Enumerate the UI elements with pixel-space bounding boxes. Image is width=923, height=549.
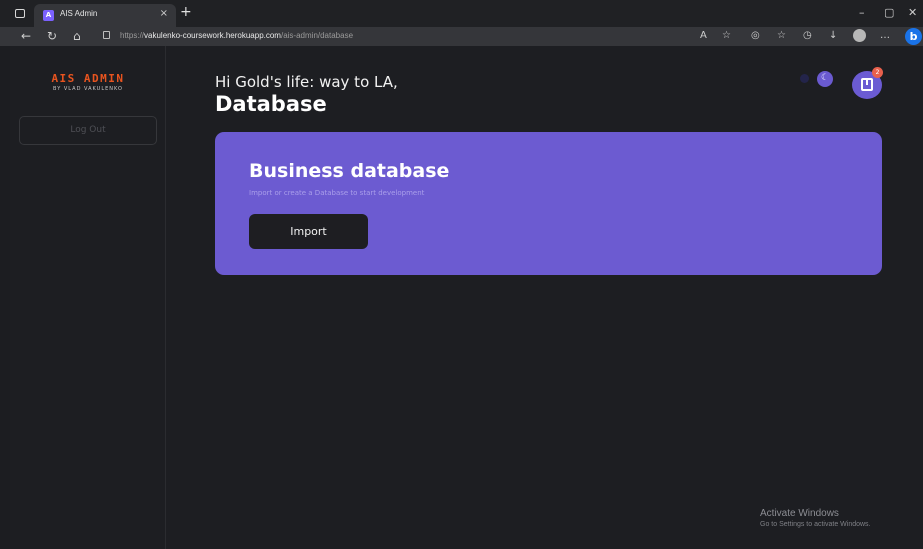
notification-badge: 2 [872,67,883,78]
read-aloud-icon[interactable]: A [700,30,707,42]
bing-icon[interactable]: b [905,28,922,45]
close-window-icon[interactable]: ✕ [908,6,917,19]
url-text[interactable]: https://vakulenko-coursework.herokuapp.c… [120,31,353,40]
card-title: Business database [249,160,450,182]
favicon-icon: A [43,10,54,21]
new-tab-icon[interactable]: + [180,5,192,19]
business-database-card: Business database Import or create a Dat… [215,132,882,275]
import-button[interactable]: Import [249,214,368,249]
downloads-icon[interactable]: ↓ [829,30,837,42]
greeting-text: Hi Gold's life: way to LA, [215,73,398,91]
minimize-icon[interactable]: – [859,6,865,19]
address-bar[interactable]: https://vakulenko-coursework.herokuapp.c… [95,29,743,44]
favorites-icon[interactable]: ☆ [777,30,786,42]
back-icon[interactable]: ← [21,28,31,44]
tab-actions-icon[interactable] [15,9,25,18]
activate-title: Activate Windows [760,508,839,519]
moon-icon: ☾ [821,73,830,83]
theme-toggle-button[interactable]: ☾ [817,71,833,87]
browser-window: A AIS Admin × + – ▢ ✕ ← ↻ ⌂ https://vaku… [0,0,923,549]
activate-windows-watermark: Activate Windows Go to Settings to activ… [760,508,871,528]
logo-subtitle: BY VLAD VAKULENKO [53,86,123,92]
tab-strip: A AIS Admin × + – ▢ ✕ [0,0,923,27]
refresh-icon[interactable]: ↻ [47,28,57,44]
history-icon[interactable]: ◷ [803,30,812,42]
more-icon[interactable]: … [880,30,890,42]
lock-icon[interactable] [103,31,110,39]
add-favorite-icon[interactable]: ☆ [722,30,731,42]
tab-title: AIS Admin [60,9,98,18]
sidebar: AIS ADMIN BY VLAD VAKULENKO Log Out [10,46,166,549]
logout-button[interactable]: Log Out [19,116,157,145]
page-title: Database [215,92,327,116]
address-toolbar: ← ↻ ⌂ https://vakulenko-coursework.herok… [0,27,923,46]
profile-avatar[interactable] [853,29,866,42]
restore-icon[interactable]: ▢ [884,6,894,19]
home-icon[interactable]: ⌂ [73,28,81,44]
logo-title: AIS ADMIN [51,72,125,85]
close-tab-icon[interactable]: × [160,8,168,19]
logo: AIS ADMIN BY VLAD VAKULENKO [10,72,166,93]
activate-subtitle: Go to Settings to activate Windows. [760,521,871,528]
bookmark-icon [861,78,873,91]
theme-toggle-track[interactable] [800,74,809,83]
card-subtitle: Import or create a Database to start dev… [249,189,425,197]
extensions-icon[interactable]: ◎ [751,30,760,42]
app-content: AIS ADMIN BY VLAD VAKULENKO Log Out Hi G… [10,46,923,549]
tab-ais-admin[interactable]: A AIS Admin × [34,4,176,27]
